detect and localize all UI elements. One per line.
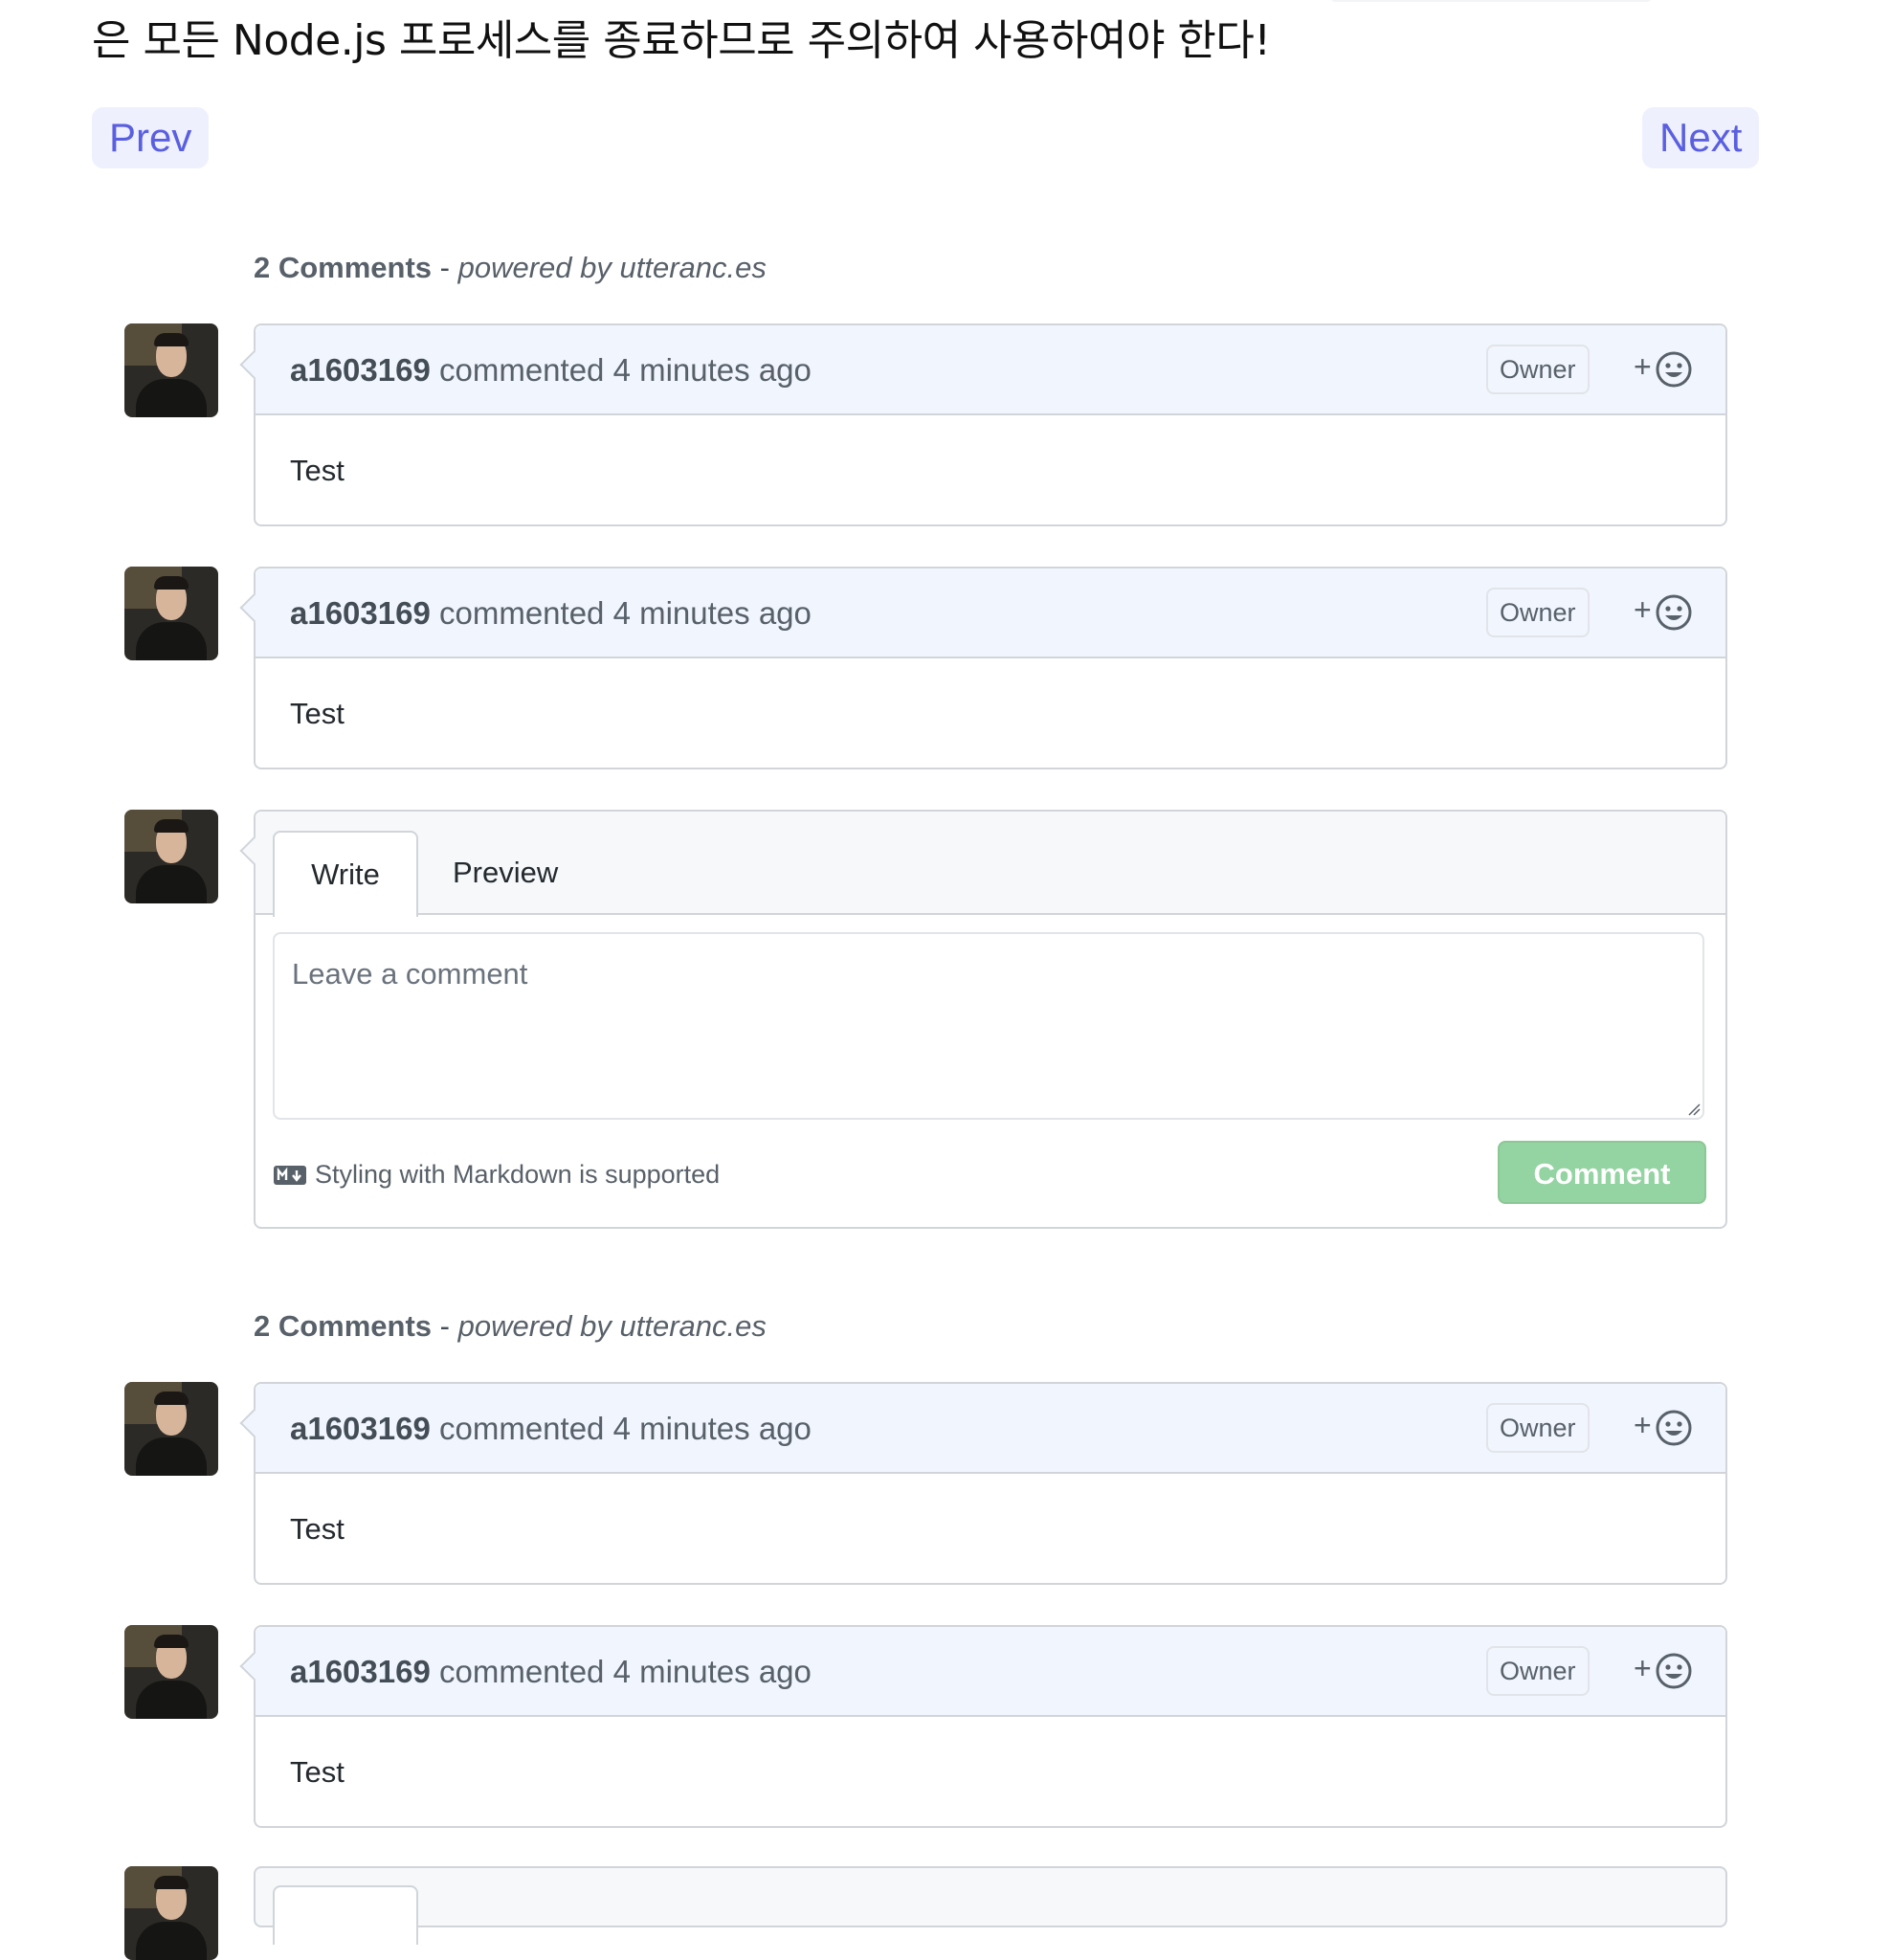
tab-preview[interactable]: Preview bbox=[453, 831, 587, 915]
resize-handle-icon[interactable] bbox=[1687, 1102, 1701, 1116]
owner-badge: Owner bbox=[1486, 1646, 1590, 1696]
comment-body: Test bbox=[256, 1717, 1725, 1826]
prev-button[interactable]: Prev bbox=[92, 107, 210, 168]
powered-by-link[interactable]: powered by utteranc.es bbox=[458, 251, 767, 284]
comment: a1603169 commented 4 minutes ago Owner +… bbox=[254, 567, 1727, 769]
markdown-icon bbox=[274, 1165, 306, 1185]
avatar[interactable] bbox=[124, 1382, 218, 1476]
smiley-icon bbox=[1656, 351, 1692, 388]
comment-meta: a1603169 commented 4 minutes ago bbox=[290, 352, 812, 389]
plus-icon: + bbox=[1634, 1408, 1652, 1442]
plus-icon: + bbox=[1634, 349, 1652, 384]
comments-header: 2 Comments - powered by utteranc.es bbox=[254, 1309, 767, 1344]
comment-textarea[interactable] bbox=[273, 932, 1704, 1120]
smiley-icon bbox=[1656, 1653, 1692, 1689]
avatar[interactable] bbox=[124, 810, 218, 903]
smiley-icon bbox=[1656, 1410, 1692, 1446]
comment-count: 2 Comments bbox=[254, 251, 433, 284]
article-closing-text: 은 모든 Node.js 프로세스를 종료하므로 주의하여 사용하여야 한다! bbox=[92, 16, 1271, 65]
comment-author[interactable]: a1603169 bbox=[290, 352, 431, 388]
comment-time[interactable]: 4 minutes ago bbox=[613, 352, 812, 388]
top-scroll-element bbox=[1330, 0, 1652, 2]
comment: a1603169 commented 4 minutes ago Owner +… bbox=[254, 1382, 1727, 1585]
comment-action: commented bbox=[439, 595, 605, 631]
next-button[interactable]: Next bbox=[1642, 107, 1760, 168]
comment-author[interactable]: a1603169 bbox=[290, 1654, 431, 1689]
markdown-note[interactable]: Styling with Markdown is supported bbox=[273, 1160, 720, 1190]
header-separator: - bbox=[432, 1309, 458, 1343]
comments-header: 2 Comments - powered by utteranc.es bbox=[254, 251, 767, 285]
comment-header: a1603169 commented 4 minutes ago Owner + bbox=[256, 1384, 1725, 1474]
comment-text: Test bbox=[290, 1755, 345, 1789]
comment-header: a1603169 commented 4 minutes ago Owner + bbox=[256, 325, 1725, 415]
comment-count: 2 Comments bbox=[254, 1309, 433, 1343]
owner-badge: Owner bbox=[1486, 345, 1590, 394]
owner-badge: Owner bbox=[1486, 588, 1590, 637]
comment-author[interactable]: a1603169 bbox=[290, 595, 431, 631]
comment-meta: a1603169 commented 4 minutes ago bbox=[290, 595, 812, 632]
comment-action: commented bbox=[439, 352, 605, 388]
comment-submit-button[interactable]: Comment bbox=[1498, 1141, 1706, 1204]
plus-icon: + bbox=[1634, 1651, 1652, 1685]
add-reaction-button[interactable]: + bbox=[1634, 1650, 1693, 1692]
comment: a1603169 commented 4 minutes ago Owner +… bbox=[254, 323, 1727, 526]
tab-write[interactable]: Write bbox=[273, 831, 418, 917]
avatar[interactable] bbox=[124, 567, 218, 660]
comment-time[interactable]: 4 minutes ago bbox=[613, 1411, 812, 1446]
comment-body: Test bbox=[256, 415, 1725, 524]
add-reaction-button[interactable]: + bbox=[1634, 591, 1693, 634]
comment: a1603169 commented 4 minutes ago Owner +… bbox=[254, 1625, 1727, 1828]
new-comment-form: Write Preview Styling with Markdown is s… bbox=[254, 810, 1727, 1229]
comment-meta: a1603169 commented 4 minutes ago bbox=[290, 1411, 812, 1447]
new-comment-form bbox=[254, 1866, 1727, 1945]
add-reaction-button[interactable]: + bbox=[1634, 348, 1693, 390]
comment-author[interactable]: a1603169 bbox=[290, 1411, 431, 1446]
header-separator: - bbox=[432, 251, 458, 284]
comment-header: a1603169 commented 4 minutes ago Owner + bbox=[256, 1627, 1725, 1717]
comment-action: commented bbox=[439, 1411, 605, 1446]
comment-time[interactable]: 4 minutes ago bbox=[613, 1654, 812, 1689]
avatar[interactable] bbox=[124, 1625, 218, 1719]
markdown-note-text: Styling with Markdown is supported bbox=[315, 1160, 721, 1189]
avatar[interactable] bbox=[124, 323, 218, 417]
editor-tab-bar: Write Preview bbox=[256, 812, 1725, 917]
powered-by-link[interactable]: powered by utteranc.es bbox=[458, 1309, 767, 1343]
plus-icon: + bbox=[1634, 592, 1652, 627]
comment-body: Test bbox=[256, 658, 1725, 768]
comment-text: Test bbox=[290, 1512, 345, 1546]
tab-write[interactable] bbox=[273, 1885, 418, 1945]
smiley-icon bbox=[1656, 594, 1692, 631]
comment-text: Test bbox=[290, 697, 345, 730]
comment-time[interactable]: 4 minutes ago bbox=[613, 595, 812, 631]
comment-action: commented bbox=[439, 1654, 605, 1689]
comment-text: Test bbox=[290, 454, 345, 487]
comment-meta: a1603169 commented 4 minutes ago bbox=[290, 1654, 812, 1690]
owner-badge: Owner bbox=[1486, 1403, 1590, 1453]
add-reaction-button[interactable]: + bbox=[1634, 1407, 1693, 1449]
comment-body: Test bbox=[256, 1474, 1725, 1583]
comment-header: a1603169 commented 4 minutes ago Owner + bbox=[256, 568, 1725, 658]
avatar[interactable] bbox=[124, 1866, 218, 1960]
